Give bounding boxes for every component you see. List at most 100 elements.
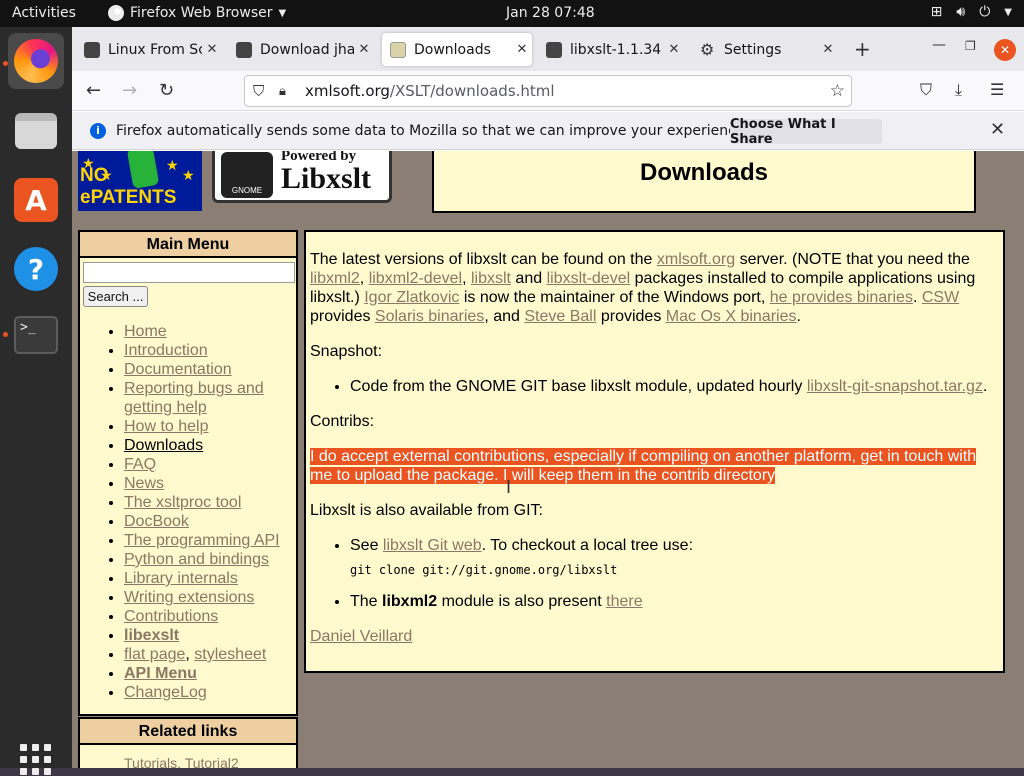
- search-button[interactable]: Search ...: [83, 286, 148, 307]
- minimize-button[interactable]: —: [932, 37, 946, 53]
- tab-title: Downloads: [414, 41, 491, 58]
- menu-link-downloads[interactable]: Downloads: [124, 437, 203, 454]
- tab-downloads[interactable]: Downloads ✕: [382, 33, 532, 66]
- list-item: Documentation: [124, 360, 296, 379]
- menu-link-xsltproc[interactable]: The xsltproc tool: [124, 494, 241, 511]
- link-igor-zlatkovic[interactable]: Igor Zlatkovic: [364, 289, 459, 306]
- menu-link-changelog[interactable]: ChangeLog: [124, 684, 207, 701]
- git-label: Libxslt is also available from GIT:: [310, 502, 543, 519]
- gnome-logo: GNOME: [221, 152, 273, 198]
- link-libxslt-git-web[interactable]: libxslt Git web: [383, 537, 482, 554]
- back-button[interactable]: ←: [86, 80, 101, 101]
- link-libxslt[interactable]: libxslt: [471, 270, 511, 287]
- menu-link-writing-extensions[interactable]: Writing extensions: [124, 589, 254, 606]
- close-icon[interactable]: ✕: [664, 42, 684, 57]
- tab-download-jhalfs[interactable]: Download jhal ✕: [228, 33, 374, 66]
- menu-link-flat-page[interactable]: flat page: [124, 646, 185, 663]
- tab-libxslt[interactable]: libxslt-1.1.34 ✕: [538, 33, 684, 66]
- web-page: ★ ★ ★ ★ NO ePATENTS GNOME Powered by Lib…: [72, 151, 1024, 768]
- close-icon[interactable]: ✕: [202, 42, 222, 57]
- menu-link-news[interactable]: News: [124, 475, 164, 492]
- related-links-heading: Related links: [80, 719, 296, 745]
- related-link-tutorials[interactable]: Tutorials, Tutorial2: [80, 745, 296, 768]
- maximize-button[interactable]: ❐: [965, 39, 976, 53]
- dock-terminal[interactable]: >_: [8, 307, 64, 363]
- search-input[interactable]: [83, 262, 295, 283]
- tab-title: Linux From Sc: [108, 41, 202, 58]
- bookmark-star-icon[interactable]: ☆: [830, 81, 845, 101]
- link-solaris-binaries[interactable]: Solaris binaries: [375, 308, 484, 325]
- link-xmlsoft[interactable]: xmlsoft.org: [657, 251, 735, 268]
- menu-link-python-bindings[interactable]: Python and bindings: [124, 551, 269, 568]
- link-csw[interactable]: CSW: [922, 289, 959, 306]
- link-there[interactable]: there: [606, 593, 642, 610]
- link-git-snapshot[interactable]: libxslt-git-snapshot.tar.gz: [807, 378, 983, 395]
- close-icon[interactable]: ✕: [512, 42, 532, 57]
- link-macosx-binaries[interactable]: Mac Os X binaries: [666, 308, 797, 325]
- menu-link-home[interactable]: Home: [124, 323, 167, 340]
- link-libxslt-devel[interactable]: libxslt-devel: [547, 270, 631, 287]
- lfs-favicon-icon: [546, 41, 562, 58]
- menu-link-api-menu[interactable]: API Menu: [124, 665, 197, 682]
- tab-settings[interactable]: ⚙ Settings ✕: [692, 33, 838, 66]
- menu-link-reporting-bugs[interactable]: Reporting bugs and getting help: [124, 380, 264, 416]
- lfs-favicon-icon: [84, 41, 100, 58]
- snapshot-list: Code from the GNOME GIT base libxslt mod…: [350, 377, 999, 396]
- url-bar[interactable]: ⛉ 🔒︎ xmlsoft.org/XSLT/downloads.html ☆: [244, 75, 852, 107]
- link-windows-binaries[interactable]: he provides binaries: [770, 289, 913, 306]
- close-icon[interactable]: ✕: [990, 119, 1005, 140]
- show-applications-icon[interactable]: [20, 744, 52, 776]
- app-menu[interactable]: Firefox Web Browser ▼: [108, 5, 286, 21]
- close-icon[interactable]: ✕: [818, 42, 838, 57]
- tab-title: Settings: [724, 41, 782, 58]
- dock-help[interactable]: ?: [8, 241, 64, 297]
- menu-link-introduction[interactable]: Introduction: [124, 342, 208, 359]
- page-title: Downloads: [639, 159, 768, 186]
- link-steve-ball[interactable]: Steve Ball: [524, 308, 596, 325]
- activities-button[interactable]: Activities: [12, 5, 76, 21]
- menu-link-how-to-help[interactable]: How to help: [124, 418, 209, 435]
- menu-link-faq[interactable]: FAQ: [124, 456, 156, 473]
- url-host: xmlsoft.org: [305, 82, 390, 100]
- menu-link-contributions[interactable]: Contributions: [124, 608, 218, 625]
- tab-linux-from-scratch[interactable]: Linux From Sc ✕: [76, 33, 222, 66]
- menu-link-stylesheet[interactable]: stylesheet: [194, 646, 266, 663]
- list-item: DocBook: [124, 512, 296, 531]
- related-links: Related links Tutorials, Tutorial2: [78, 717, 298, 768]
- downloads-icon[interactable]: ⤓: [955, 80, 962, 100]
- contribs-text: I do accept external contributions, espe…: [310, 447, 999, 485]
- dock-software[interactable]: A: [8, 172, 64, 228]
- git-clone-command: git clone git://git.gnome.org/libxslt: [350, 563, 618, 577]
- menu-link-programming-api[interactable]: The programming API: [124, 532, 280, 549]
- tab-strip: Linux From Sc ✕ Download jhal ✕ Download…: [72, 27, 1024, 71]
- close-icon[interactable]: ✕: [354, 42, 374, 57]
- powered-by-libxslt-logo[interactable]: GNOME Powered by Libxslt: [212, 151, 392, 203]
- clock[interactable]: Jan 28 07:48: [506, 5, 595, 21]
- link-libxml2[interactable]: libxml2: [310, 270, 360, 287]
- list-item: Downloads: [124, 436, 296, 455]
- pocket-icon[interactable]: ⛉: [920, 80, 932, 100]
- menu-link-documentation[interactable]: Documentation: [124, 361, 232, 378]
- dock-files[interactable]: [8, 103, 64, 159]
- menu-link-libexslt[interactable]: libexslt: [124, 627, 179, 644]
- lock-icon[interactable]: 🔒︎: [279, 84, 295, 99]
- shield-icon[interactable]: ⛉: [253, 82, 271, 100]
- reload-button[interactable]: ↻: [159, 80, 174, 101]
- dock-firefox[interactable]: [8, 33, 64, 89]
- link-libxml2-devel[interactable]: libxml2-devel: [369, 270, 462, 287]
- choose-what-i-share-button[interactable]: Choose What I Share: [730, 117, 882, 147]
- window-close-button[interactable]: ✕: [994, 39, 1016, 61]
- list-item: The programming API: [124, 531, 296, 550]
- link-daniel-veillard[interactable]: Daniel Veillard: [310, 628, 412, 645]
- menu-link-docbook[interactable]: DocBook: [124, 513, 189, 530]
- menu-link-library-internals[interactable]: Library internals: [124, 570, 238, 587]
- list-item: The xsltproc tool: [124, 493, 296, 512]
- system-tray[interactable]: ⊞ 🔊︎ ⏻ ▼: [931, 4, 1012, 20]
- new-tab-button[interactable]: +: [854, 37, 871, 61]
- list-item: FAQ: [124, 455, 296, 474]
- forward-button[interactable]: →: [122, 80, 137, 101]
- no-epatents-logo[interactable]: ★ ★ ★ ★ NO ePATENTS: [78, 151, 202, 211]
- gear-icon: ⚙: [700, 39, 715, 59]
- hamburger-menu-icon[interactable]: ☰: [990, 80, 1004, 99]
- list-item: Library internals: [124, 569, 296, 588]
